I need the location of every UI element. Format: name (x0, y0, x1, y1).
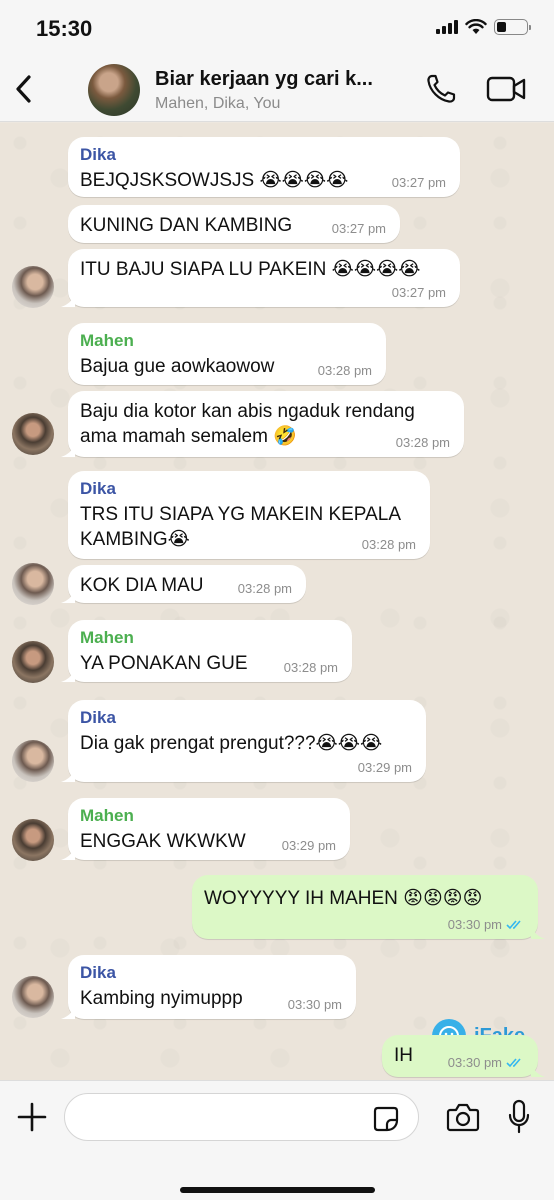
avatar[interactable] (12, 413, 54, 455)
home-indicator (180, 1187, 375, 1193)
sender-name: Mahen (80, 331, 134, 350)
bubble-tail (61, 443, 75, 457)
message-time: 03:28 pm (317, 363, 372, 378)
back-arrow-icon[interactable] (12, 72, 36, 106)
battery-icon (494, 19, 531, 35)
read-ticks-icon (506, 1058, 521, 1068)
plus-icon[interactable] (16, 1101, 48, 1133)
avatar[interactable] (12, 740, 54, 782)
signal-icon (436, 20, 458, 34)
message-bubble[interactable]: KUNING DAN KAMBING 03:27 pm (68, 205, 400, 243)
message-text: ITU BAJU SIAPA LU PAKEIN 😭😭😭😭 (80, 259, 421, 280)
status-time: 15:30 (36, 16, 93, 41)
message-time: 03:27 pm (331, 221, 386, 236)
sender-name: Dika (80, 479, 116, 498)
bubble-tail (61, 589, 75, 603)
chat-header: Biar kerjaan yg cari k... Mahen, Dika, Y… (0, 58, 554, 122)
message-time: 03:30 pm (287, 997, 342, 1012)
sticker-icon[interactable] (372, 1105, 400, 1133)
group-avatar[interactable] (88, 64, 140, 116)
sender-name: Dika (80, 145, 116, 164)
microphone-icon[interactable] (507, 1099, 531, 1135)
message-bubble[interactable]: Dika Dia gak prengat prengut???😭😭😭 03:29… (61, 700, 426, 782)
message-time: 03:30 pm (448, 1055, 524, 1070)
bubble-tail (61, 293, 75, 307)
message-bubble[interactable]: ITU BAJU SIAPA LU PAKEIN 😭😭😭😭 03:27 pm (61, 249, 460, 307)
message-text: WOYYYYY IH MAHEN 😡😡😡😡 (204, 888, 483, 909)
message-time: 03:28 pm (361, 537, 416, 552)
avatar[interactable] (12, 819, 54, 861)
input-bar (0, 1080, 554, 1200)
message-time: 03:30 pm (448, 917, 524, 932)
avatar[interactable] (12, 976, 54, 1018)
wifi-icon (465, 19, 487, 34)
message-bubble[interactable]: Mahen Bajua gue aowkaowow 03:28 pm (68, 323, 386, 385)
message-time: 03:28 pm (237, 581, 292, 596)
avatar[interactable] (12, 266, 54, 308)
message-bubble-outgoing[interactable]: WOYYYYY IH MAHEN 😡😡😡😡 03:30 pm (192, 875, 545, 939)
avatar[interactable] (12, 641, 54, 683)
bubble-tail (61, 846, 75, 860)
chat-area[interactable]: Dika BEJQJSKSOWJSJS 😭😭😭😭 03:27 pm KUNING… (0, 123, 554, 1080)
message-time-text: 03:30 pm (447, 1055, 502, 1070)
message-text: Dia gak prengat prengut???😭😭😭 (80, 733, 383, 754)
status-icons (436, 19, 531, 35)
sender-name: Dika (80, 963, 116, 982)
message-input[interactable] (64, 1093, 419, 1141)
group-title[interactable]: Biar kerjaan yg cari k... (155, 68, 420, 91)
bubble-tail (531, 1063, 545, 1077)
read-ticks-icon (506, 920, 521, 930)
message-bubble[interactable]: KOK DIA MAU 03:28 pm (61, 565, 306, 603)
message-bubble[interactable]: Baju dia kotor kan abis ngaduk rendang a… (61, 391, 464, 457)
bubble-tail (61, 768, 75, 782)
message-bubble[interactable]: Dika BEJQJSKSOWJSJS 😭😭😭😭 03:27 pm (68, 137, 460, 197)
message-bubble[interactable]: Mahen ENGGAK WKWKW 03:29 pm (61, 798, 350, 860)
camera-icon[interactable] (446, 1102, 480, 1132)
sender-name: Mahen (80, 628, 134, 647)
message-bubble[interactable]: Dika Kambing nyimuppp 03:30 pm (61, 955, 356, 1019)
avatar[interactable] (12, 563, 54, 605)
message-time: 03:29 pm (357, 760, 412, 775)
message-time-text: 03:30 pm (447, 917, 502, 932)
bubble-tail (61, 1005, 75, 1019)
message-time: 03:28 pm (395, 435, 450, 450)
message-bubble[interactable]: Mahen YA PONAKAN GUE 03:28 pm (61, 620, 352, 682)
video-camera-icon[interactable] (486, 74, 526, 104)
message-bubble[interactable]: Dika TRS ITU SIAPA YG MAKEIN KEPALA KAMB… (68, 471, 430, 559)
sender-name: Mahen (80, 806, 134, 825)
bubble-tail (531, 925, 545, 939)
message-time: 03:29 pm (281, 838, 336, 853)
message-time: 03:28 pm (283, 660, 338, 675)
phone-icon[interactable] (424, 72, 458, 106)
message-time: 03:27 pm (391, 285, 446, 300)
bubble-tail (61, 668, 75, 682)
group-members[interactable]: Mahen, Dika, You (155, 95, 280, 113)
message-bubble-outgoing[interactable]: IH 03:30 pm (382, 1035, 545, 1077)
status-bar: 15:30 (0, 0, 554, 58)
sender-name: Dika (80, 708, 116, 727)
message-time: 03:27 pm (391, 175, 446, 190)
